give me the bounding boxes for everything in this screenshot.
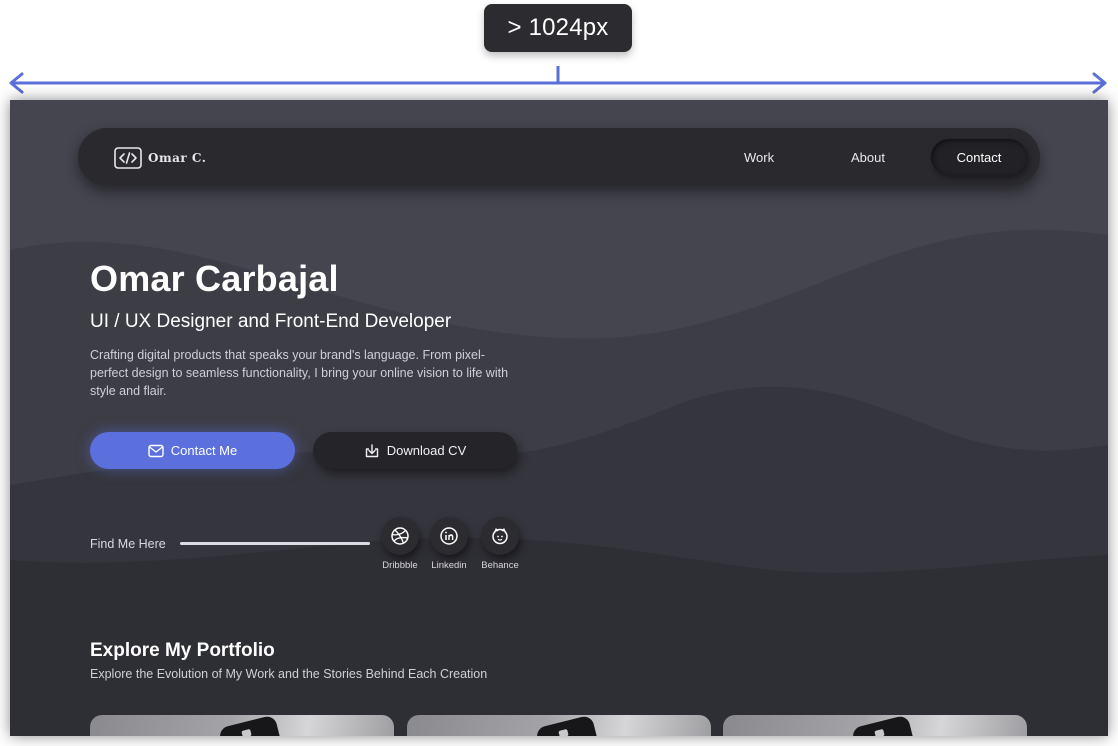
hero-description: Crafting digital products that speaks yo… [90,348,509,398]
device-mockup-image [535,715,601,736]
dribbble-icon [391,527,409,545]
social-label: Linkedin [431,560,467,571]
download-icon [365,443,378,457]
social-button[interactable] [430,517,468,555]
breakpoint-badge: > 1024px [484,4,632,52]
behance-icon [492,528,508,545]
portfolio-card[interactable] [723,715,1027,736]
contact-me-label: Contact Me [170,443,238,458]
website-viewport: Omar C. Work About Contact Omar Carbajal… [10,100,1108,736]
social-button[interactable] [381,517,419,555]
portfolio-title: Explore My Portfolio [90,640,275,661]
download-cv-button[interactable]: Download CV [313,432,517,469]
mail-icon [148,444,164,457]
logo[interactable]: Omar C. [114,147,206,169]
navbar: Omar C. Work About Contact [78,128,1040,186]
portfolio-card[interactable] [407,715,711,736]
portfolio-card[interactable] [90,715,394,736]
hero-role: UI / UX Designer and Front-End Developer [90,311,452,332]
portfolio-subtitle: Explore the Evolution of My Work and the… [90,667,488,681]
device-mockup-image [218,715,284,736]
download-cv-label: Download CV [386,443,467,458]
find-me-divider [180,542,370,545]
nav-link-work[interactable]: Work [744,128,774,186]
social-button[interactable] [481,517,519,555]
social-label: Behance [481,560,519,571]
logo-text: Omar C. [148,151,207,165]
contact-me-button[interactable]: Contact Me [90,432,295,469]
linkedin-icon [440,527,458,545]
hero-name: Omar Carbajal [90,258,339,299]
device-mockup-image [851,715,917,736]
width-measure-arrow [8,64,1108,96]
social-behance[interactable]: Behance [470,517,530,571]
nav-contact-button[interactable]: Contact [931,139,1027,175]
code-icon [114,147,142,169]
nav-link-about[interactable]: About [851,128,885,186]
social-label: Dribbble [382,560,418,571]
find-me-label: Find Me Here [90,537,166,551]
